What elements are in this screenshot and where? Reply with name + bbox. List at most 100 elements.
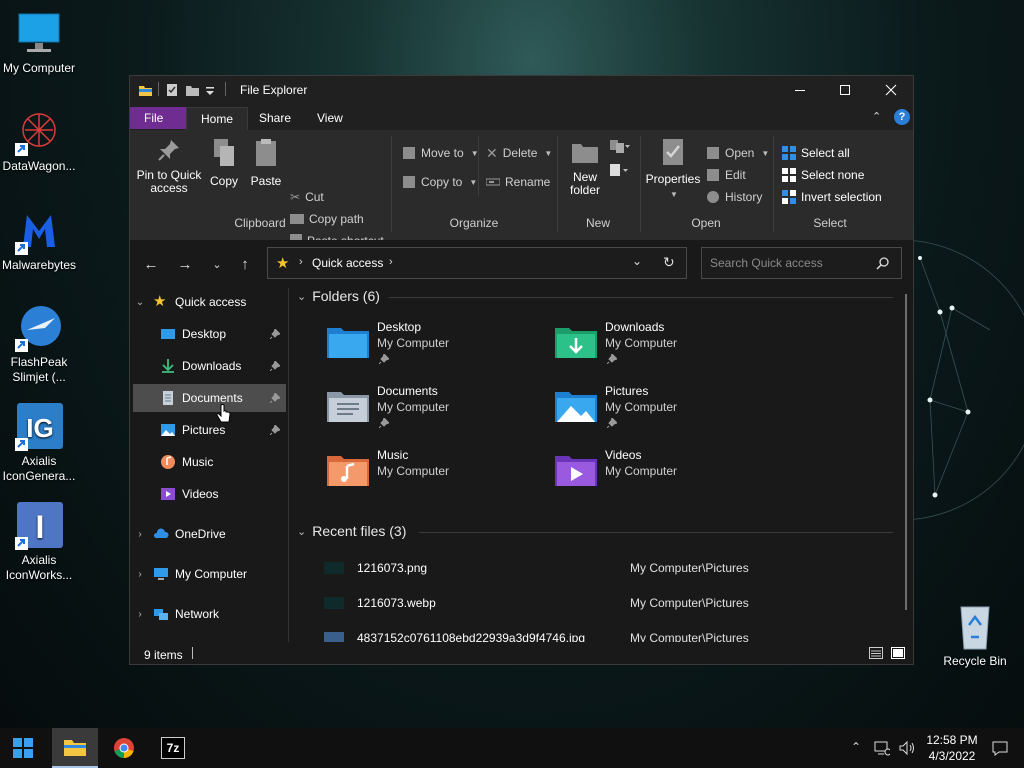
collapse-ribbon-icon[interactable]: ⌃: [872, 110, 881, 123]
taskbar-7zip[interactable]: 7z: [150, 728, 196, 768]
start-button[interactable]: [0, 728, 46, 768]
desktop-folder-icon: [161, 329, 175, 339]
large-icons-view-icon[interactable]: [891, 647, 905, 659]
search-box[interactable]: Search Quick access: [701, 247, 902, 279]
folders-section-header[interactable]: ⌄ Folders (6): [297, 288, 380, 304]
nav-my-computer[interactable]: › My Computer: [133, 560, 286, 588]
recent-file-row[interactable]: 1216073.webp My Computer\Pictures: [319, 593, 899, 615]
collapsed-chevron-icon[interactable]: ›: [133, 569, 147, 580]
new-item-icon[interactable]: [608, 140, 630, 154]
cut-label: Cut: [305, 190, 324, 204]
vertical-scrollbar[interactable]: [905, 294, 907, 610]
help-icon[interactable]: ?: [894, 109, 910, 125]
desktop-icon-malwarebytes[interactable]: Malwarebytes: [0, 207, 78, 273]
history-icon: [707, 191, 719, 203]
address-bar[interactable]: ★ › Quick access › ⌄ ↻: [267, 247, 687, 279]
folder-tile-videos[interactable]: Videos My Computer: [555, 446, 775, 504]
tab-view[interactable]: View: [303, 107, 357, 129]
folder-tile-documents[interactable]: Documents My Computer: [327, 382, 547, 440]
desktop-icon-datawagon[interactable]: DataWagon...: [0, 108, 78, 174]
maximize-button[interactable]: [822, 76, 868, 104]
desktop-icon-icongenerator[interactable]: IG Axialis IconGenera...: [0, 403, 78, 484]
minimize-button[interactable]: [777, 76, 823, 104]
taskbar-clock[interactable]: 12:58 PM 4/3/2022: [922, 732, 982, 764]
notifications-icon[interactable]: [992, 740, 1008, 756]
collapsed-chevron-icon[interactable]: ›: [133, 609, 147, 620]
expanded-chevron-icon[interactable]: ⌄: [133, 297, 147, 308]
new-folder-button[interactable]: New folder: [565, 140, 605, 197]
move-to-label: Move to: [421, 146, 464, 160]
taskbar-chrome[interactable]: [101, 728, 147, 768]
breadcrumb-chevron-icon[interactable]: ›: [389, 256, 393, 268]
expanded-chevron-icon: ⌄: [297, 525, 307, 538]
tab-share[interactable]: Share: [245, 107, 305, 129]
close-button[interactable]: [868, 76, 914, 104]
nav-network[interactable]: › Network: [133, 600, 286, 628]
tab-home[interactable]: Home: [186, 107, 249, 130]
desktop-icon-iconworkshop[interactable]: I Axialis IconWorks...: [0, 502, 78, 583]
easy-access-icon[interactable]: [608, 164, 630, 178]
taskbar-file-explorer[interactable]: [52, 728, 98, 768]
navigation-pane: ⌄ ★ Quick access Desktop Downloads Docum…: [130, 288, 289, 642]
breadcrumb-quick-access[interactable]: Quick access: [312, 256, 383, 270]
volume-icon[interactable]: [898, 740, 914, 756]
separator: [773, 136, 774, 232]
address-dropdown-icon[interactable]: ⌄: [632, 254, 642, 268]
folder-tile-music[interactable]: Music My Computer: [327, 446, 547, 504]
forward-button[interactable]: →: [174, 254, 196, 274]
cut-button[interactable]: ✂ Cut: [290, 188, 324, 206]
folder-location: My Computer: [605, 400, 678, 414]
properties-button[interactable]: Properties ▼: [645, 138, 701, 201]
title-bar[interactable]: File Explorer: [130, 76, 913, 104]
copy-to-button[interactable]: Copy to ▼: [402, 173, 477, 191]
invert-selection-button[interactable]: Invert selection: [782, 188, 882, 206]
customize-qat-icon[interactable]: [205, 83, 219, 96]
delete-button[interactable]: ✕ Delete ▼: [486, 144, 552, 162]
recent-file-row[interactable]: 4837152c0761108ebd22939a3d9f4746.jpg My …: [319, 628, 899, 642]
copy-path-button[interactable]: Copy path: [290, 210, 364, 228]
cloud-icon: [153, 528, 169, 538]
paste-button[interactable]: Paste: [249, 138, 283, 188]
nav-downloads[interactable]: Downloads: [160, 352, 286, 380]
tab-file[interactable]: File: [130, 107, 186, 129]
nav-music[interactable]: Music: [160, 448, 286, 476]
up-button[interactable]: ↑: [234, 254, 256, 274]
nav-onedrive[interactable]: › OneDrive: [133, 520, 286, 548]
move-to-button[interactable]: Move to ▼: [402, 144, 479, 162]
folder-tile-desktop[interactable]: Desktop My Computer: [327, 318, 547, 376]
history-button[interactable]: History: [706, 188, 762, 206]
refresh-icon[interactable]: ↻: [663, 254, 675, 271]
details-view-icon[interactable]: [869, 647, 883, 659]
recent-files-section-header[interactable]: ⌄ Recent files (3): [297, 523, 406, 539]
folder-tile-pictures[interactable]: Pictures My Computer: [555, 382, 775, 440]
select-all-button[interactable]: Select all: [782, 144, 850, 162]
collapsed-chevron-icon[interactable]: ›: [133, 529, 147, 540]
pictures-icon: [161, 424, 175, 436]
select-none-button[interactable]: Select none: [782, 166, 864, 184]
rename-button[interactable]: Rename: [486, 173, 550, 191]
recent-file-row[interactable]: 1216073.png My Computer\Pictures: [319, 558, 899, 580]
network-tray-icon[interactable]: [874, 740, 890, 756]
copy-button[interactable]: Copy: [208, 138, 240, 188]
folder-tile-downloads[interactable]: Downloads My Computer: [555, 318, 775, 376]
desktop-icon-my-computer[interactable]: My Computer: [0, 10, 78, 76]
folder-location: My Computer: [377, 336, 450, 350]
back-button[interactable]: ←: [140, 254, 162, 274]
desktop-icon-slimjet[interactable]: FlashPeak Slimjet (...: [0, 304, 78, 385]
nav-quick-access[interactable]: ⌄ ★ Quick access: [133, 288, 286, 316]
desktop-icon-label: DataWagon...: [2, 159, 76, 173]
pin-to-quick-access-button[interactable]: Pin to Quick access: [136, 138, 202, 195]
show-hidden-icons-icon[interactable]: ⌃: [851, 740, 867, 756]
search-icon[interactable]: [876, 257, 889, 270]
pin-icon: [158, 140, 179, 161]
open-button[interactable]: Open ▼: [706, 144, 769, 162]
section-title: Folders (6): [312, 288, 380, 304]
edit-button[interactable]: Edit: [706, 166, 746, 184]
nav-videos[interactable]: Videos: [160, 480, 286, 508]
desktop-icon-recycle-bin[interactable]: Recycle Bin: [936, 603, 1014, 669]
properties-qat-icon[interactable]: [165, 83, 179, 96]
nav-documents[interactable]: Documents: [133, 384, 286, 412]
nav-desktop[interactable]: Desktop: [160, 320, 286, 348]
recent-locations-button[interactable]: ⌄: [206, 254, 228, 274]
new-folder-qat-icon[interactable]: [185, 83, 199, 96]
